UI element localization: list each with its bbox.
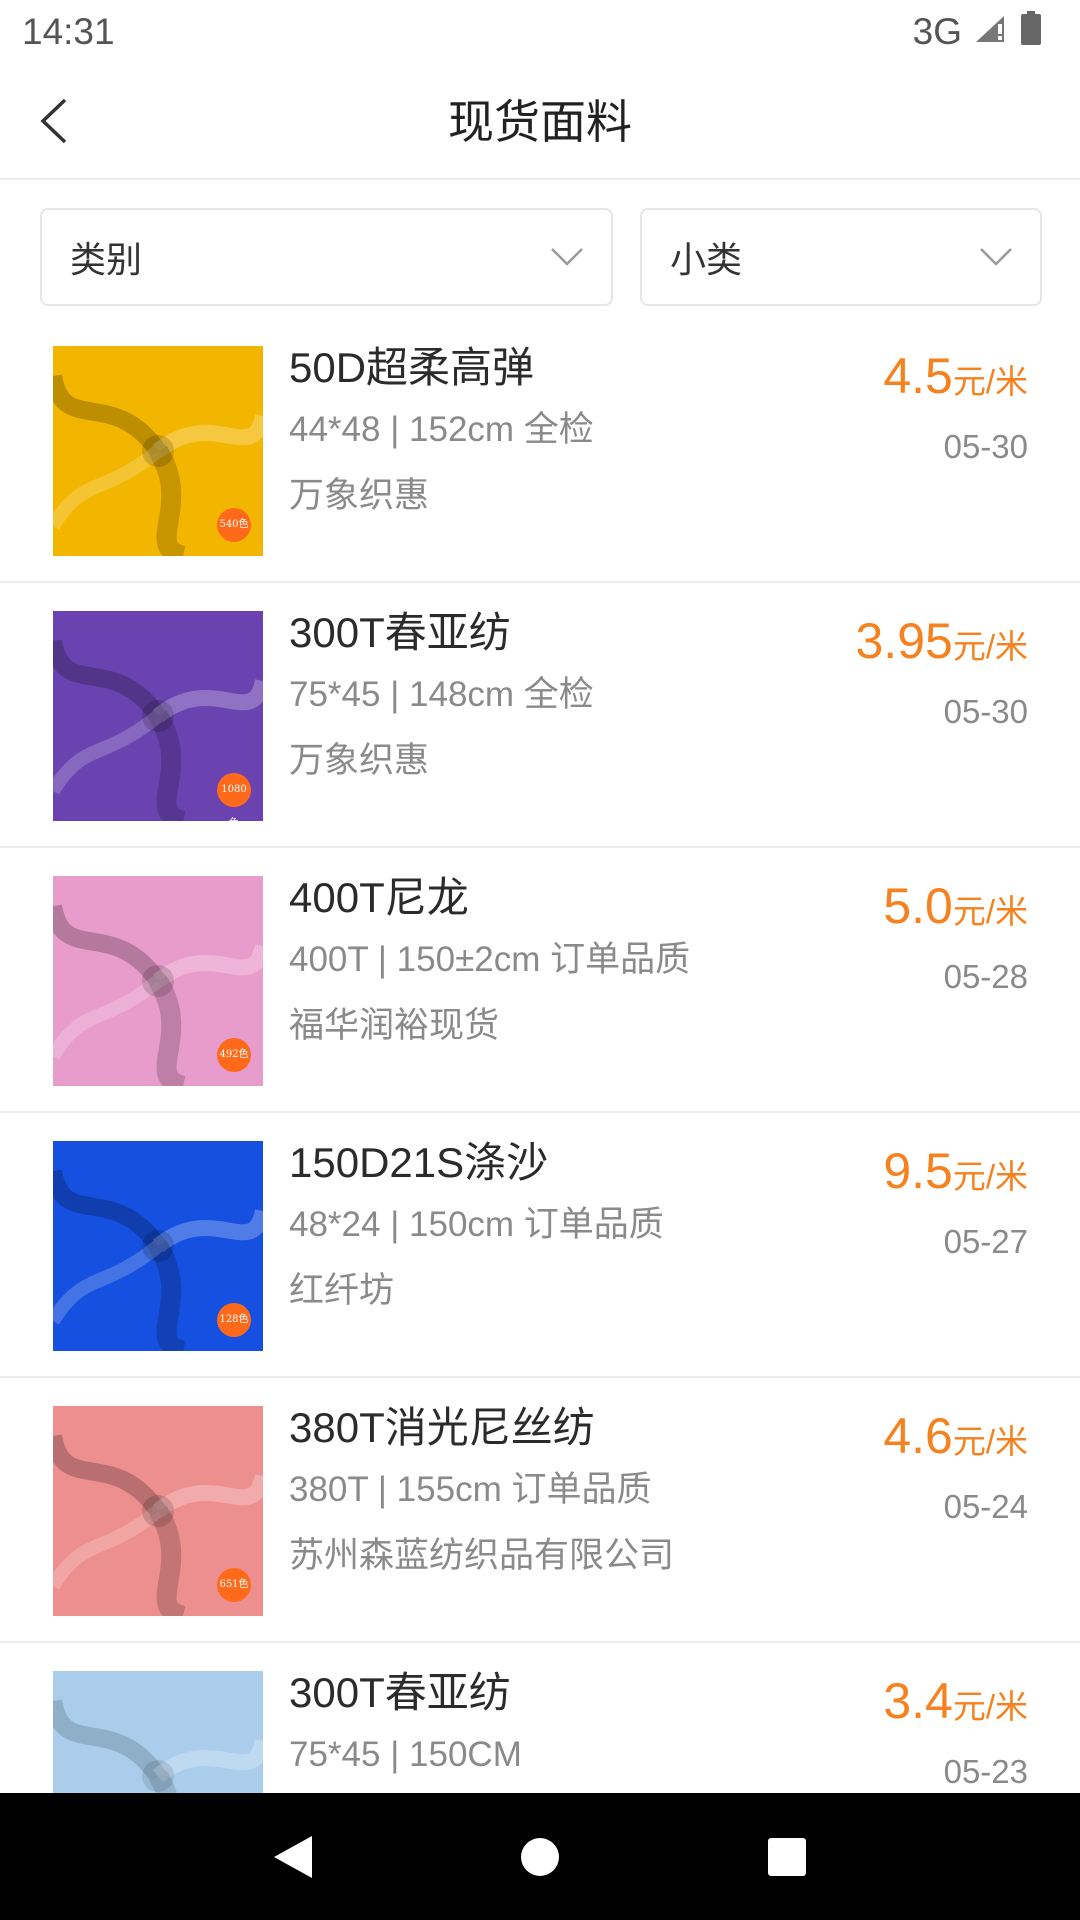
item-price-block: 9.5元/米 05-27 — [883, 1141, 1028, 1262]
item-date: 05-27 — [943, 1223, 1028, 1260]
status-time: 14:31 — [22, 11, 115, 52]
item-name: 300T春亚纺 — [289, 1669, 511, 1716]
filter-bar: 类别 小类 — [40, 208, 1042, 306]
subcategory-dropdown-label: 小类 — [670, 239, 743, 280]
signal-icon — [974, 11, 1008, 53]
category-dropdown-label: 类别 — [70, 239, 143, 280]
item-price-block: 4.5元/米 05-30 — [883, 346, 1028, 467]
item-price-block: 5.0元/米 05-28 — [883, 876, 1028, 997]
nav-back-button[interactable] — [263, 1827, 323, 1887]
nav-recents-button[interactable] — [757, 1827, 817, 1887]
item-info: 50D超柔高弹 44*48 | 152cm 全检 万象织惠 — [289, 340, 849, 520]
item-date: 05-23 — [943, 1753, 1028, 1790]
square-recents-icon — [767, 1837, 806, 1876]
item-date: 05-24 — [943, 1488, 1028, 1525]
item-spec: 380T | 155cm 订单品质 — [289, 1470, 652, 1509]
item-spec: 48*24 | 150cm 订单品质 — [289, 1205, 664, 1244]
item-info: 300T春亚纺 75*45 | 148cm 全检 万象织惠 — [289, 605, 849, 785]
fabric-list: 540色 50D超柔高弹 44*48 | 152cm 全检 万象织惠 4.5元/… — [0, 318, 1080, 1793]
color-count-badge: 492色 — [217, 1038, 251, 1072]
page-title: 现货面料 — [448, 96, 632, 148]
item-supplier: 万象织惠 — [289, 476, 430, 515]
fabric-thumbnail — [53, 1671, 263, 1793]
battery-icon — [1020, 10, 1042, 54]
chevron-down-icon — [551, 248, 583, 266]
item-price: 4.6元/米 — [883, 1406, 1028, 1479]
fabric-thumbnail: 492色 — [53, 876, 263, 1086]
item-price: 4.5元/米 — [883, 346, 1028, 419]
nav-home-button[interactable] — [510, 1827, 570, 1887]
item-date: 05-30 — [943, 428, 1028, 465]
item-spec: 44*48 | 152cm 全检 — [289, 410, 594, 449]
system-nav-bar — [0, 1793, 1080, 1920]
list-item[interactable]: 128色 150D21S涤沙 48*24 | 150cm 订单品质 红纤坊 9.… — [0, 1113, 1080, 1378]
item-price-unit: 元/米 — [952, 893, 1028, 930]
item-price-unit: 元/米 — [952, 628, 1028, 665]
fabric-thumbnail: 540色 — [53, 346, 263, 556]
item-price-value: 5.0 — [883, 878, 953, 934]
chevron-down-icon — [980, 248, 1012, 266]
item-price-value: 4.5 — [883, 348, 953, 404]
item-supplier: 福华润裕现货 — [289, 1006, 500, 1045]
item-spec: 75*45 | 148cm 全检 — [289, 675, 594, 714]
item-date: 05-28 — [943, 958, 1028, 995]
color-count-badge: 1080色 — [217, 773, 251, 821]
category-dropdown[interactable]: 类别 — [40, 208, 613, 306]
item-supplier: 苏州森蓝纺织品有限公司 — [289, 1536, 675, 1575]
triangle-back-icon — [274, 1835, 313, 1878]
item-price: 5.0元/米 — [883, 876, 1028, 949]
item-info: 150D21S涤沙 48*24 | 150cm 订单品质 红纤坊 — [289, 1135, 849, 1315]
item-price: 9.5元/米 — [883, 1141, 1028, 1214]
item-price-value: 3.95 — [855, 613, 953, 669]
list-item[interactable]: 492色 400T尼龙 400T | 150±2cm 订单品质 福华润裕现货 5… — [0, 848, 1080, 1113]
list-item[interactable]: 540色 50D超柔高弹 44*48 | 152cm 全检 万象织惠 4.5元/… — [0, 318, 1080, 583]
color-count-badge: 651色 — [217, 1568, 251, 1602]
item-price-block: 3.4元/米 05-23 — [883, 1671, 1028, 1792]
status-bar: 14:31 3G — [0, 0, 1080, 64]
item-spec: 400T | 150±2cm 订单品质 — [289, 940, 691, 979]
circle-home-icon — [520, 1837, 559, 1876]
item-name: 50D超柔高弹 — [289, 344, 535, 391]
item-price-value: 4.6 — [883, 1408, 953, 1464]
list-item[interactable]: 300T春亚纺 75*45 | 150CM 3.4元/米 05-23 — [0, 1643, 1080, 1793]
item-name: 400T尼龙 — [289, 874, 469, 921]
item-name: 380T消光尼丝纺 — [289, 1404, 595, 1451]
item-info: 400T尼龙 400T | 150±2cm 订单品质 福华润裕现货 — [289, 870, 849, 1050]
item-price-value: 3.4 — [883, 1673, 953, 1729]
item-date: 05-30 — [943, 693, 1028, 730]
color-count-badge: 540色 — [217, 508, 251, 542]
item-info: 300T春亚纺 75*45 | 150CM — [289, 1665, 849, 1793]
fabric-thumbnail: 128色 — [53, 1141, 263, 1351]
status-icons: 3G — [912, 10, 1042, 54]
item-price-unit: 元/米 — [952, 1158, 1028, 1195]
item-price-unit: 元/米 — [952, 1423, 1028, 1460]
item-price: 3.95元/米 — [856, 611, 1029, 684]
list-item[interactable]: 651色 380T消光尼丝纺 380T | 155cm 订单品质 苏州森蓝纺织品… — [0, 1378, 1080, 1643]
item-price: 3.4元/米 — [883, 1671, 1028, 1744]
item-spec: 75*45 | 150CM — [289, 1735, 522, 1774]
item-price-value: 9.5 — [883, 1143, 953, 1199]
item-supplier: 万象织惠 — [289, 741, 430, 780]
item-price-unit: 元/米 — [952, 363, 1028, 400]
item-price-unit: 元/米 — [952, 1688, 1028, 1725]
item-info: 380T消光尼丝纺 380T | 155cm 订单品质 苏州森蓝纺织品有限公司 — [289, 1400, 849, 1580]
header: 现货面料 — [0, 64, 1080, 180]
item-price-block: 4.6元/米 05-24 — [883, 1406, 1028, 1527]
list-item[interactable]: 1080色 300T春亚纺 75*45 | 148cm 全检 万象织惠 3.95… — [0, 583, 1080, 848]
network-type: 3G — [912, 11, 962, 52]
color-count-badge: 128色 — [217, 1303, 251, 1337]
subcategory-dropdown[interactable]: 小类 — [640, 208, 1042, 306]
item-supplier: 红纤坊 — [289, 1271, 395, 1310]
fabric-thumbnail: 1080色 — [53, 611, 263, 821]
fabric-thumbnail: 651色 — [53, 1406, 263, 1616]
item-name: 300T春亚纺 — [289, 609, 511, 656]
item-name: 150D21S涤沙 — [289, 1139, 549, 1186]
item-price-block: 3.95元/米 05-30 — [856, 611, 1029, 732]
